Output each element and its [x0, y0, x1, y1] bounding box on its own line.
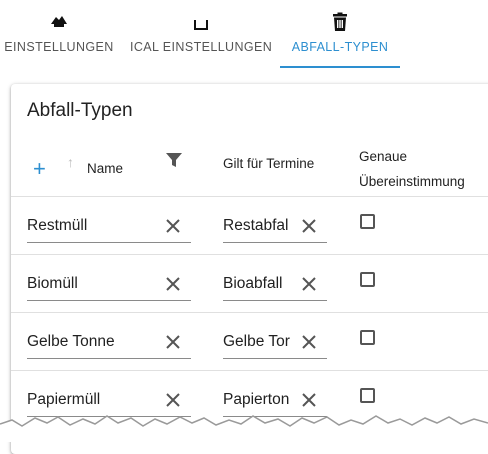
clear-icon[interactable]	[165, 218, 181, 234]
clear-icon[interactable]	[165, 334, 181, 350]
tab-label: ABFALL-TYPEN	[291, 40, 389, 54]
column-header-name[interactable]: Name	[87, 161, 123, 176]
tab-label: EINSTELLUNGEN	[4, 40, 114, 54]
clear-icon[interactable]	[301, 218, 317, 234]
exact-match-checkbox[interactable]	[360, 330, 375, 345]
exact-match-checkbox[interactable]	[360, 214, 375, 229]
settings-icon	[51, 16, 67, 27]
column-header-genaue: Genaue Übereinstimmung	[359, 144, 465, 194]
filter-icon[interactable]	[165, 152, 183, 173]
exact-match-checkbox[interactable]	[360, 272, 375, 287]
gilt-field[interactable]: Gelbe Tor	[223, 326, 327, 359]
name-value: Biomüll	[27, 275, 78, 292]
active-tab-indicator	[280, 66, 400, 68]
add-icon[interactable]: +	[33, 158, 46, 180]
tab-einstellungen[interactable]: EINSTELLUNGEN	[0, 0, 118, 68]
column-header-genaue-line2: Übereinstimmung	[359, 174, 465, 189]
table-row: Restmüll Restabfal	[11, 196, 488, 255]
table-row: Biomüll Bioabfall	[11, 254, 488, 313]
sort-arrow-icon[interactable]: ↑	[67, 154, 74, 170]
tab-abfall-typen[interactable]: ABFALL-TYPEN	[280, 0, 400, 68]
name-field[interactable]: Gelbe Tonne	[27, 326, 191, 359]
tab-ical-einstellungen[interactable]: ICAL EINSTELLUNGEN	[130, 0, 272, 68]
tab-bar: EINSTELLUNGEN ICAL EINSTELLUNGEN ABFALL-…	[0, 0, 488, 70]
name-value: Restmüll	[27, 217, 88, 234]
gilt-field[interactable]: Bioabfall	[223, 268, 327, 301]
torn-edge	[0, 415, 488, 442]
gilt-value: Gelbe Tor	[223, 333, 290, 350]
gilt-field[interactable]: Restabfal	[223, 210, 327, 243]
column-header-genaue-line1: Genaue	[359, 149, 408, 164]
gilt-value: Restabfal	[223, 217, 289, 234]
table-row: Gelbe Tonne Gelbe Tor	[11, 312, 488, 371]
clear-icon[interactable]	[301, 334, 317, 350]
calendar-icon	[194, 20, 208, 30]
name-field[interactable]: Biomüll	[27, 268, 191, 301]
card-title: Abfall-Typen	[27, 100, 133, 121]
trash-icon	[333, 12, 347, 31]
gilt-value: Bioabfall	[223, 275, 283, 292]
clear-icon[interactable]	[165, 276, 181, 292]
tab-label: ICAL EINSTELLUNGEN	[130, 40, 273, 54]
clear-icon[interactable]	[301, 276, 317, 292]
name-value: Gelbe Tonne	[27, 333, 115, 350]
column-header-gilt: Gilt für Termine	[223, 156, 315, 171]
name-field[interactable]: Restmüll	[27, 210, 191, 243]
